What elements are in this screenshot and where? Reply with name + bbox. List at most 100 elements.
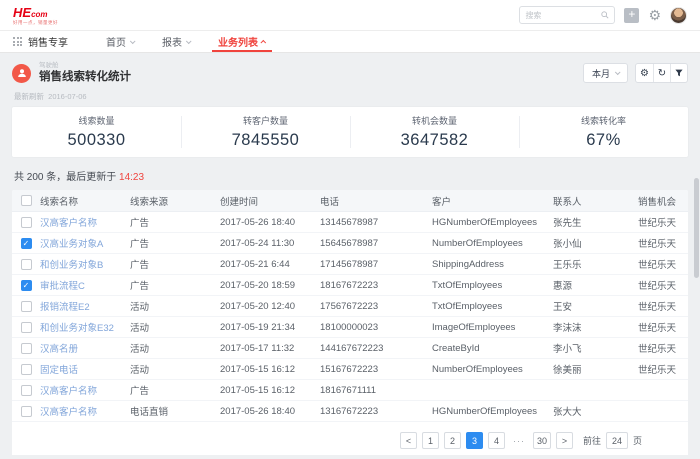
- lead-source: 广告: [130, 383, 220, 397]
- lead-customer: NumberOfEmployees: [432, 364, 553, 375]
- lead-name-link[interactable]: 和创业务对象B: [40, 257, 130, 271]
- config-gear-icon[interactable]: ⚙: [636, 64, 653, 82]
- table-row: 汉高客户名称 广告 2017-05-26 18:40 13145678987 H…: [12, 212, 688, 233]
- stat-label: 转客户数量: [243, 114, 288, 127]
- page-button-4[interactable]: 4: [488, 432, 505, 449]
- chevron-up-icon: [260, 39, 266, 45]
- lead-phone: 13167672223: [320, 406, 432, 417]
- chevron-down-icon: [186, 38, 192, 44]
- lead-name-link[interactable]: 审批流程C: [40, 278, 130, 292]
- nav-bar: 销售专享 首页 报表 业务列表: [0, 31, 700, 53]
- page-button-30[interactable]: 30: [533, 432, 551, 449]
- lead-created: 2017-05-20 12:40: [220, 301, 320, 312]
- lead-name-link[interactable]: 报销流程E2: [40, 299, 130, 313]
- row-checkbox[interactable]: [21, 322, 32, 333]
- lead-opportunity: 世纪乐天: [638, 299, 688, 313]
- lead-created: 2017-05-26 18:40: [220, 217, 320, 228]
- table-row: ✓ 汉高业务对象A 广告 2017-05-24 11:30 1564567898…: [12, 233, 688, 254]
- row-checkbox[interactable]: ✓: [21, 280, 32, 291]
- lead-customer: TxtOfEmployees: [432, 280, 553, 291]
- page-ellipsis: ···: [510, 432, 528, 449]
- stat-value: 7845550: [232, 131, 300, 150]
- tab-business-list[interactable]: 业务列表: [212, 31, 272, 52]
- next-page-button[interactable]: >: [556, 432, 573, 449]
- refresh-date: 2016-07-06: [48, 92, 86, 101]
- lead-created: 2017-05-15 16:12: [220, 385, 320, 396]
- lead-phone: 15645678987: [320, 238, 432, 249]
- col-header-customer: 客户: [432, 194, 553, 208]
- col-header-opportunity: 销售机会: [638, 194, 688, 208]
- lead-customer: HGNumberOfEmployees: [432, 217, 553, 228]
- lead-name-link[interactable]: 固定电话: [40, 362, 130, 376]
- select-all-checkbox[interactable]: [21, 195, 32, 206]
- search-input[interactable]: [525, 11, 601, 20]
- workspace-label: 销售专享: [28, 34, 68, 49]
- tab-reports[interactable]: 报表: [156, 31, 196, 52]
- lead-name-link[interactable]: 汉高名册: [40, 341, 130, 355]
- brand-logo[interactable]: HEcom 好用一点，销量更好: [13, 6, 58, 26]
- report-toolbar: ⚙ ↻: [635, 63, 688, 83]
- goto-page-input[interactable]: [606, 432, 628, 449]
- lead-source: 活动: [130, 320, 220, 334]
- lead-source: 广告: [130, 215, 220, 229]
- global-search[interactable]: [519, 6, 615, 24]
- page-button-2[interactable]: 2: [444, 432, 461, 449]
- lead-contact: 李沫沫: [553, 320, 638, 334]
- lead-source: 活动: [130, 362, 220, 376]
- row-checkbox[interactable]: [21, 385, 32, 396]
- row-checkbox[interactable]: [21, 259, 32, 270]
- lead-phone: 17567672223: [320, 301, 432, 312]
- table-row: 汉高名册 活动 2017-05-17 11:32 144167672223 Cr…: [12, 338, 688, 359]
- row-checkbox[interactable]: ✓: [21, 238, 32, 249]
- lead-name-link[interactable]: 汉高业务对象A: [40, 236, 130, 250]
- page-button-1[interactable]: 1: [422, 432, 439, 449]
- lead-phone: 13145678987: [320, 217, 432, 228]
- table-row: 和创业务对象B 广告 2017-05-21 6:44 17145678987 S…: [12, 254, 688, 275]
- last-refresh-note: 最新刷新 2016-07-06: [14, 91, 688, 102]
- lead-name-link[interactable]: 汉高客户名称: [40, 215, 130, 229]
- prev-page-button[interactable]: <: [400, 432, 417, 449]
- table-header-row: 线索名称 线索来源 创建时间 电话 客户 联系人 销售机会: [12, 190, 688, 212]
- table-row: ✓ 审批流程C 广告 2017-05-20 18:59 18167672223 …: [12, 275, 688, 296]
- goto-unit: 页: [633, 434, 642, 447]
- row-checkbox[interactable]: [21, 301, 32, 312]
- lead-name-link[interactable]: 汉高客户名称: [40, 383, 130, 397]
- search-icon: [601, 11, 609, 19]
- lead-source: 活动: [130, 299, 220, 313]
- period-select[interactable]: 本月: [583, 63, 628, 83]
- tab-home[interactable]: 首页: [100, 31, 140, 52]
- lead-opportunity: 世纪乐天: [638, 257, 688, 271]
- refresh-icon[interactable]: ↻: [653, 64, 670, 82]
- list-summary: 共 200 条，最后更新于 14:23: [14, 168, 686, 183]
- row-checkbox[interactable]: [21, 364, 32, 375]
- col-header-created: 创建时间: [220, 194, 320, 208]
- pagination: < 1234 ··· 30 > 前往 页: [12, 422, 688, 449]
- lead-created: 2017-05-15 16:12: [220, 364, 320, 375]
- workspace-switcher[interactable]: 销售专享: [13, 31, 68, 52]
- lead-created: 2017-05-20 18:59: [220, 280, 320, 291]
- lead-created: 2017-05-26 18:40: [220, 406, 320, 417]
- scrollbar-thumb[interactable]: [694, 178, 699, 278]
- row-checkbox[interactable]: [21, 406, 32, 417]
- main-content: 驾驶舱 销售线索转化统计 本月 ⚙ ↻ 最新刷新 2016-07-06 线索数量…: [0, 53, 700, 455]
- report-avatar: [12, 64, 31, 83]
- lead-source: 广告: [130, 257, 220, 271]
- lead-source: 电话直销: [130, 404, 220, 418]
- stat-label: 线索数量: [78, 114, 114, 127]
- page-buttons: 1234 ··· 30: [422, 432, 551, 449]
- lead-name-link[interactable]: 汉高客户名称: [40, 404, 130, 418]
- lead-opportunity: 世纪乐天: [638, 278, 688, 292]
- settings-gear-icon[interactable]: ⚙: [648, 8, 661, 22]
- filter-icon[interactable]: [670, 64, 687, 82]
- report-category: 驾驶舱: [39, 62, 131, 70]
- lead-name-link[interactable]: 和创业务对象E32: [40, 320, 130, 334]
- col-header-contact: 联系人: [553, 194, 638, 208]
- page-button-3[interactable]: 3: [466, 432, 483, 449]
- row-checkbox[interactable]: [21, 217, 32, 228]
- user-avatar[interactable]: [670, 7, 687, 24]
- stat-value: 500330: [67, 131, 125, 150]
- goto-label: 前往: [583, 434, 601, 447]
- row-checkbox[interactable]: [21, 343, 32, 354]
- add-button[interactable]: +: [624, 8, 639, 23]
- stat-label: 线索转化率: [581, 114, 626, 127]
